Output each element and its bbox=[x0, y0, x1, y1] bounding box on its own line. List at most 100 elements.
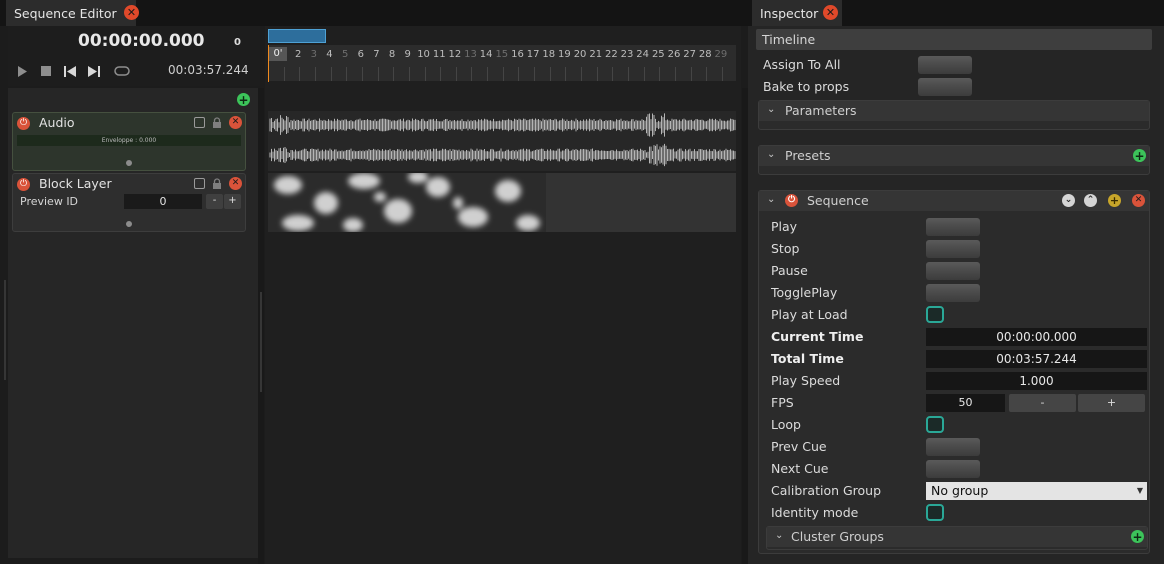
add-layer-icon[interactable]: + bbox=[237, 93, 250, 106]
ruler-tick-label: 18 bbox=[542, 49, 556, 60]
ruler-tick bbox=[721, 67, 723, 81]
toggle-play-label: TogglePlay bbox=[771, 285, 838, 300]
add-cluster-group-icon[interactable]: + bbox=[1131, 530, 1144, 543]
skip-back-icon[interactable] bbox=[63, 64, 77, 78]
pause-button[interactable] bbox=[926, 262, 980, 280]
next-cue-button[interactable] bbox=[926, 460, 980, 478]
bake-to-props-button[interactable] bbox=[918, 78, 972, 96]
stop-icon[interactable] bbox=[39, 64, 53, 78]
ruler-tick-label: 9 bbox=[404, 49, 411, 60]
audio-waveform-track[interactable] bbox=[268, 111, 736, 171]
tab-sequence-editor[interactable]: Sequence Editor ✕ bbox=[6, 0, 139, 26]
total-time-field[interactable]: 00:03:57.244 bbox=[926, 350, 1147, 368]
pause-label: Pause bbox=[771, 263, 808, 278]
play-at-load-checkbox[interactable] bbox=[926, 306, 944, 323]
delete-layer-icon[interactable]: ✕ bbox=[229, 177, 242, 190]
ruler-tick bbox=[549, 67, 551, 81]
block-layer-track[interactable] bbox=[268, 171, 736, 232]
ruler-tick bbox=[674, 67, 676, 81]
ruler-tick-label: 20 bbox=[573, 49, 587, 60]
time-ruler[interactable]: 2 3 4 5 6 7 8 9 10 11 12 13 14 15 16 17 18 19 20 21 22 23 24 25… bbox=[268, 45, 736, 81]
ruler-tick-label: 5 bbox=[341, 49, 349, 60]
preview-id-increment-button[interactable]: + bbox=[224, 194, 241, 209]
ruler-tick-label: 22 bbox=[605, 49, 618, 60]
power-icon[interactable]: ⏻ bbox=[17, 178, 30, 191]
loop-icon[interactable] bbox=[113, 64, 131, 78]
ruler-tick-label: 2 bbox=[295, 49, 302, 60]
play-speed-field[interactable]: 1.000 bbox=[926, 372, 1147, 390]
move-up-icon[interactable]: ⌃ bbox=[1084, 194, 1097, 207]
delete-layer-icon[interactable]: ✕ bbox=[229, 116, 242, 129]
block-preview-image bbox=[268, 171, 546, 232]
power-icon[interactable]: ⏻ bbox=[17, 117, 30, 130]
resize-handle[interactable] bbox=[126, 221, 132, 227]
play-button[interactable] bbox=[926, 218, 980, 236]
ruler-tick bbox=[299, 67, 301, 81]
prev-cue-button[interactable] bbox=[926, 438, 980, 456]
chevron-down-icon[interactable]: ⌄ bbox=[767, 104, 775, 115]
ruler-tick bbox=[346, 67, 348, 81]
total-time-display: 00:03:57.244 bbox=[168, 63, 249, 77]
view-range-handle[interactable] bbox=[268, 29, 326, 43]
calibration-group-select[interactable]: No group ▼ bbox=[926, 482, 1147, 500]
loop-checkbox[interactable] bbox=[926, 416, 944, 433]
sequence-header[interactable]: ⌄ ⏻ Sequence ⌄ ⌃ + ✕ bbox=[759, 191, 1149, 211]
add-item-icon[interactable]: + bbox=[1108, 194, 1121, 207]
fps-decrement-button[interactable]: - bbox=[1009, 394, 1076, 412]
stop-label: Stop bbox=[771, 241, 800, 256]
total-time-label: Total Time bbox=[771, 351, 844, 366]
assign-to-all-button[interactable] bbox=[918, 56, 972, 74]
lock-icon[interactable] bbox=[212, 178, 222, 190]
fps-field[interactable]: 50 bbox=[926, 394, 1005, 412]
resize-handle[interactable] bbox=[126, 160, 132, 166]
remove-icon[interactable]: ✕ bbox=[1132, 194, 1145, 207]
tab-inspector-label: Inspector bbox=[760, 5, 819, 21]
layer-toggle-checkbox[interactable] bbox=[194, 117, 205, 128]
presets-header[interactable]: ⌄ Presets + bbox=[759, 146, 1149, 166]
identity-mode-checkbox[interactable] bbox=[926, 504, 944, 521]
skip-forward-icon[interactable] bbox=[87, 64, 101, 78]
close-icon[interactable]: ✕ bbox=[124, 5, 139, 20]
ruler-tick bbox=[612, 67, 614, 81]
cluster-groups-header[interactable]: ⌄ Cluster Groups + bbox=[767, 527, 1147, 547]
next-cue-label: Next Cue bbox=[771, 461, 829, 476]
layer-toggle-checkbox[interactable] bbox=[194, 178, 205, 189]
parameters-title: Parameters bbox=[785, 103, 857, 118]
current-time-field[interactable]: 00:00:00.000 bbox=[926, 328, 1147, 346]
lock-icon[interactable] bbox=[212, 117, 222, 129]
play-at-load-label: Play at Load bbox=[771, 307, 848, 322]
chevron-down-icon[interactable]: ⌄ bbox=[767, 194, 775, 205]
ruler-tick-label: 7 bbox=[373, 49, 380, 60]
cluster-groups-section: ⌄ Cluster Groups + bbox=[766, 526, 1148, 550]
play-icon[interactable] bbox=[15, 64, 29, 78]
parameters-header[interactable]: ⌄ Parameters bbox=[759, 101, 1149, 121]
chevron-down-icon[interactable]: ⌄ bbox=[775, 530, 783, 541]
calibration-group-value: No group bbox=[931, 483, 989, 498]
tab-inspector[interactable]: Inspector ✕ bbox=[752, 0, 842, 26]
ruler-tick-label: 19 bbox=[558, 49, 571, 60]
ruler-tick-label: 13 bbox=[464, 49, 477, 60]
stop-button[interactable] bbox=[926, 240, 980, 258]
ruler-tick-label: 29 bbox=[714, 49, 728, 60]
inspector-header: Timeline bbox=[756, 29, 1152, 50]
ruler-tick bbox=[471, 67, 473, 81]
play-label: Play bbox=[771, 219, 798, 234]
chevron-down-icon[interactable]: ⌄ bbox=[767, 149, 775, 160]
layer-audio[interactable]: ⏻ Audio ✕ Enveloppe : 0.000 bbox=[12, 112, 246, 171]
sequence-title: Sequence bbox=[807, 193, 869, 208]
ruler-start-label: 0' bbox=[269, 47, 287, 61]
playhead-cursor[interactable] bbox=[268, 45, 269, 82]
ruler-tick-label: 27 bbox=[683, 49, 696, 60]
preview-id-field[interactable]: 0 bbox=[124, 194, 202, 209]
add-preset-icon[interactable]: + bbox=[1133, 149, 1146, 162]
layer-block-layer[interactable]: ⏻ Block Layer ✕ Preview ID 0 - + bbox=[12, 173, 246, 232]
preview-id-decrement-button[interactable]: - bbox=[206, 194, 223, 209]
move-down-icon[interactable]: ⌄ bbox=[1062, 194, 1075, 207]
ruler-tick bbox=[283, 67, 285, 81]
ruler-tick-label: 12 bbox=[448, 49, 462, 60]
preview-id-label: Preview ID bbox=[20, 195, 79, 208]
fps-increment-button[interactable]: + bbox=[1078, 394, 1145, 412]
power-icon[interactable]: ⏻ bbox=[785, 194, 798, 207]
close-icon[interactable]: ✕ bbox=[823, 5, 838, 20]
toggle-play-button[interactable] bbox=[926, 284, 980, 302]
